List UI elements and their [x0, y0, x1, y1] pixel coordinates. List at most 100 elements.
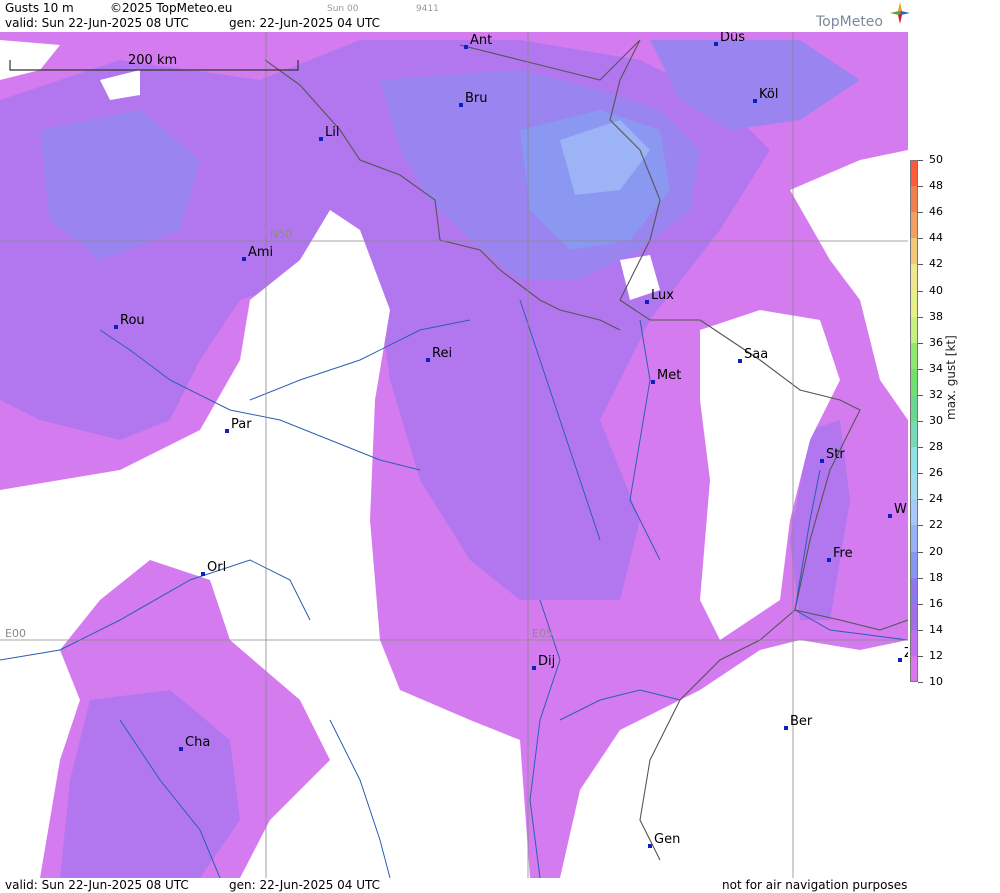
- legend-tick-label: 34: [929, 361, 943, 375]
- city-marker: [242, 257, 246, 261]
- footer-valid: valid: Sun 22-Jun-2025 08 UTC: [5, 878, 189, 892]
- legend-tick-mark: [918, 551, 923, 553]
- code-label: 9411: [416, 4, 439, 14]
- city-marker: [645, 300, 649, 304]
- legend-tick-label: 22: [929, 518, 943, 532]
- city-marker: [179, 747, 183, 751]
- city-marker: [225, 429, 229, 433]
- gust-map[interactable]: N50 E00 E05 200 km Ant Düs Köl Bru Lil Ami Rou…: [0, 32, 908, 878]
- legend-tick-mark: [918, 394, 923, 396]
- city-marker: [651, 380, 655, 384]
- legend-tick-mark: [918, 577, 923, 579]
- legend-tick-mark: [918, 368, 923, 370]
- copyright: ©2025 TopMeteo.eu: [110, 1, 233, 15]
- legend-tick-mark: [918, 238, 923, 240]
- city-label: Düs: [720, 32, 745, 45]
- grid-label-lon1: E05: [532, 627, 553, 640]
- legend-tick-label: 32: [929, 387, 943, 401]
- city-marker: [426, 358, 430, 362]
- city-marker: [714, 42, 718, 46]
- legend-tick-label: 20: [929, 544, 943, 558]
- legend-tick-label: 36: [929, 335, 943, 349]
- legend-colorbar-frame: [910, 160, 918, 682]
- city-marker: [738, 359, 742, 363]
- city-label: Lil: [325, 125, 339, 140]
- legend-tick-label: 46: [929, 205, 943, 219]
- city-label: Ber: [790, 714, 813, 729]
- city-label: Bru: [465, 91, 488, 106]
- legend-tick-label: 44: [929, 231, 943, 245]
- city-label: Saa: [744, 347, 768, 362]
- legend-tick-label: 40: [929, 283, 943, 297]
- legend-tick-mark: [918, 655, 923, 657]
- legend-tick-mark: [918, 316, 923, 318]
- legend-tick-label: 26: [929, 466, 943, 480]
- legend-tick-mark: [918, 447, 923, 449]
- city-marker: [753, 99, 757, 103]
- legend-tick-label: 50: [929, 153, 943, 166]
- legend-tick-mark: [918, 212, 923, 214]
- city-marker: [888, 514, 892, 518]
- legend-tick-label: 48: [929, 179, 943, 193]
- legend-tick-mark: [918, 290, 923, 292]
- legend-tick-mark: [918, 264, 923, 266]
- legend-tick-mark: [918, 603, 923, 605]
- city-label: Rou: [120, 313, 145, 328]
- legend-tick-label: 10: [929, 675, 943, 688]
- topmeteo-logo: TopMeteo: [816, 2, 910, 30]
- city-marker: [532, 666, 536, 670]
- city-marker: [319, 137, 323, 141]
- valid-time: valid: Sun 22-Jun-2025 08 UTC: [5, 16, 189, 30]
- city-marker: [459, 103, 463, 107]
- generated-time: gen: 22-Jun-2025 04 UTC: [229, 16, 381, 30]
- legend-tick-label: 18: [929, 570, 943, 584]
- footer-gen: gen: 22-Jun-2025 04 UTC: [229, 878, 381, 892]
- legend-tick-label: 12: [929, 648, 943, 662]
- city-label: Str: [826, 447, 845, 462]
- legend-tick-label: 38: [929, 309, 943, 323]
- city-marker: [898, 658, 902, 662]
- legend-tick-label: 14: [929, 622, 943, 636]
- city-label: Lux: [651, 288, 674, 303]
- legend-tick-mark: [918, 682, 923, 683]
- map-title: Gusts 10 m: [5, 1, 74, 15]
- city-label: Orl: [207, 560, 226, 575]
- legend-tick-mark: [918, 342, 923, 344]
- legend-tick-mark: [918, 160, 923, 161]
- city-label: Met: [657, 368, 681, 383]
- footer: valid: Sun 22-Jun-2025 08 UTC gen: 22-Ju…: [0, 878, 1000, 893]
- legend-tick-label: 42: [929, 257, 943, 271]
- legend-tick-mark: [918, 186, 923, 188]
- city-label: Gen: [654, 832, 680, 847]
- legend-tick-mark: [918, 473, 923, 475]
- city-marker: [201, 572, 205, 576]
- legend-axis-title: max. gust [kt]: [944, 335, 958, 420]
- city-label: Ami: [248, 245, 273, 260]
- grid-label-lat: N50: [270, 228, 292, 241]
- logo-text: TopMeteo: [816, 14, 883, 30]
- footer-note: not for air navigation purposes: [722, 878, 908, 892]
- city-marker: [464, 45, 468, 49]
- city-marker: [648, 844, 652, 848]
- run-label: Sun 00: [327, 4, 359, 14]
- legend-tick-mark: [918, 499, 923, 501]
- city-label: Rei: [432, 346, 452, 361]
- scale-bar-label: 200 km: [128, 53, 177, 68]
- city-label: Ant: [470, 33, 492, 48]
- city-label: Fre: [833, 546, 853, 561]
- city-marker: [827, 558, 831, 562]
- legend-tick-mark: [918, 525, 923, 527]
- city-label: Köl: [759, 87, 778, 102]
- legend-tick-label: 28: [929, 440, 943, 454]
- city-marker: [114, 325, 118, 329]
- legend-tick-label: 16: [929, 596, 943, 610]
- legend-tick-mark: [918, 629, 923, 631]
- city-label: Cha: [185, 735, 210, 750]
- legend-tick-label: 24: [929, 492, 943, 506]
- city-label: Dij: [538, 654, 555, 669]
- city-marker: [784, 726, 788, 730]
- city-marker: [820, 459, 824, 463]
- city-label: W: [894, 502, 907, 517]
- compass-star-icon: [890, 2, 910, 24]
- gust-legend: 50 48 46 44 42 40 38 36 34 32 30 28 26 24 22 20 18 16 14 12…: [908, 32, 1000, 893]
